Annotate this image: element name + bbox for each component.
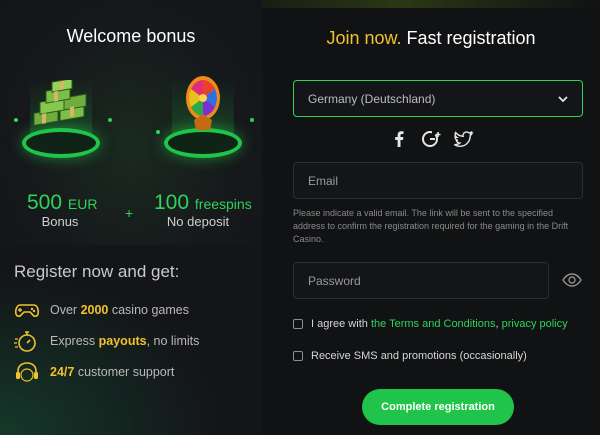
form-title-accent: Join now.: [326, 28, 402, 48]
benefit-item: Over 2000 casino games: [14, 298, 189, 322]
bonus-cash-label: Bonus: [41, 214, 79, 229]
benefit-item: 24/7 customer support: [14, 360, 174, 384]
terms-checkbox-row[interactable]: I agree with the Terms and Conditions, p…: [293, 318, 568, 330]
sms-checkbox[interactable]: [293, 351, 303, 361]
password-placeholder: Password: [308, 273, 361, 288]
sparkle-dot: [156, 130, 160, 134]
benefit-text-pre: Over: [50, 303, 81, 317]
form-title: Join now. Fast registration: [262, 28, 600, 49]
complete-registration-button[interactable]: Complete registration: [362, 389, 514, 425]
email-field[interactable]: Email: [293, 162, 583, 199]
social-login-group: [262, 128, 600, 150]
bonus-panel: Welcome bonus 500 EUR Bonus + 100 freesp…: [0, 0, 262, 435]
terms-label-pre: I agree with: [311, 318, 368, 330]
benefit-text-pre: Express: [50, 334, 99, 348]
benefit-text: 24/7 customer support: [50, 365, 174, 379]
terms-separator: ,: [495, 318, 499, 330]
form-title-rest: Fast registration: [401, 28, 536, 48]
spins-amount-unit: freespins: [194, 196, 252, 212]
benefit-highlight: 24/7: [50, 365, 75, 379]
benefit-highlight: 2000: [80, 303, 109, 317]
bonus-cash-amount: 500 EUR: [27, 191, 97, 215]
bonus-spins-label: No deposit: [166, 214, 230, 229]
terms-checkbox[interactable]: [293, 319, 303, 329]
sparkle-dot: [250, 118, 254, 122]
password-field[interactable]: Password: [293, 262, 549, 299]
benefit-text-post: , no limits: [146, 334, 200, 348]
facebook-icon[interactable]: [388, 128, 410, 150]
benefit-text: Express payouts, no limits: [50, 334, 199, 348]
support-24-icon: [16, 362, 38, 382]
twitter-icon[interactable]: [452, 128, 474, 150]
spins-amount-value: 100: [154, 191, 190, 214]
email-placeholder: Email: [308, 173, 339, 188]
cash-amount-unit: EUR: [67, 196, 98, 212]
benefit-text-post: customer support: [74, 365, 175, 379]
register-benefits-title: Register now and get:: [14, 262, 180, 281]
google-plus-icon[interactable]: [420, 128, 442, 150]
sparkle-dot: [14, 118, 18, 122]
benefit-item: Express payouts, no limits: [14, 329, 199, 353]
bonus-title: Welcome bonus: [66, 26, 196, 46]
email-hint: Please indicate a valid email. The link …: [293, 208, 569, 244]
benefit-text: Over 2000 casino games: [50, 303, 189, 317]
bonus-spins-amount: 100 freespins: [154, 191, 252, 215]
chevron-down-icon: [558, 96, 568, 103]
stopwatch-icon: [14, 331, 36, 352]
sms-checkbox-row[interactable]: Receive SMS and promotions (occasionally…: [293, 350, 527, 362]
registration-form: Join now. Fast registration Germany (Deu…: [262, 0, 600, 435]
eye-icon[interactable]: [562, 272, 582, 288]
money-stack-icon: [33, 80, 87, 126]
country-select-value: Germany (Deutschland): [308, 91, 436, 106]
gamepad-icon: [14, 304, 40, 318]
privacy-policy-link[interactable]: privacy policy: [502, 318, 568, 330]
cash-amount-value: 500: [27, 191, 63, 214]
sparkle-dot: [108, 118, 112, 122]
sms-label: Receive SMS and promotions (occasionally…: [311, 350, 527, 362]
fortune-wheel-icon: [186, 76, 220, 130]
plus-sign: +: [125, 205, 134, 221]
benefit-highlight: payouts: [98, 334, 147, 348]
terms-link[interactable]: the Terms and Conditions: [371, 318, 496, 330]
benefit-text-post: casino games: [108, 303, 189, 317]
country-select[interactable]: Germany (Deutschland): [293, 80, 583, 117]
